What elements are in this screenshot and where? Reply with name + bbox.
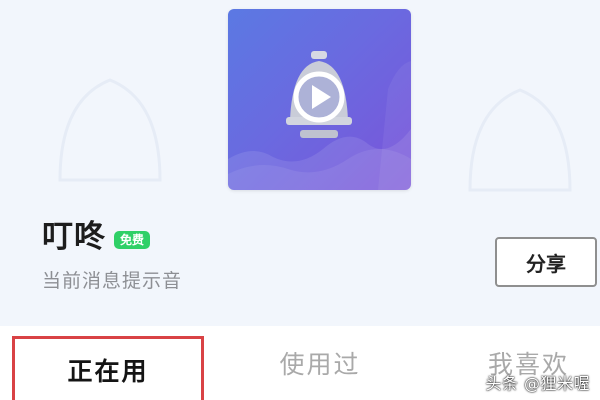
free-badge: 免费 <box>114 230 151 249</box>
ringtone-header-panel: 叮咚 免费 当前消息提示音 分享 <box>0 0 600 326</box>
watermark-text: 头条 @狸米喔 <box>485 374 590 393</box>
ringtone-title-row: 叮咚 免费 <box>42 219 151 255</box>
ringtone-title: 叮咚 <box>42 219 106 255</box>
share-button[interactable]: 分享 <box>495 237 597 287</box>
bell-play-icon <box>228 51 411 190</box>
tab-used[interactable]: 使用过 <box>250 326 390 400</box>
ringtone-cover-art[interactable] <box>228 9 411 190</box>
tab-in-use[interactable]: 正在用 <box>12 336 204 400</box>
ringtone-subtitle: 当前消息提示音 <box>42 270 183 292</box>
